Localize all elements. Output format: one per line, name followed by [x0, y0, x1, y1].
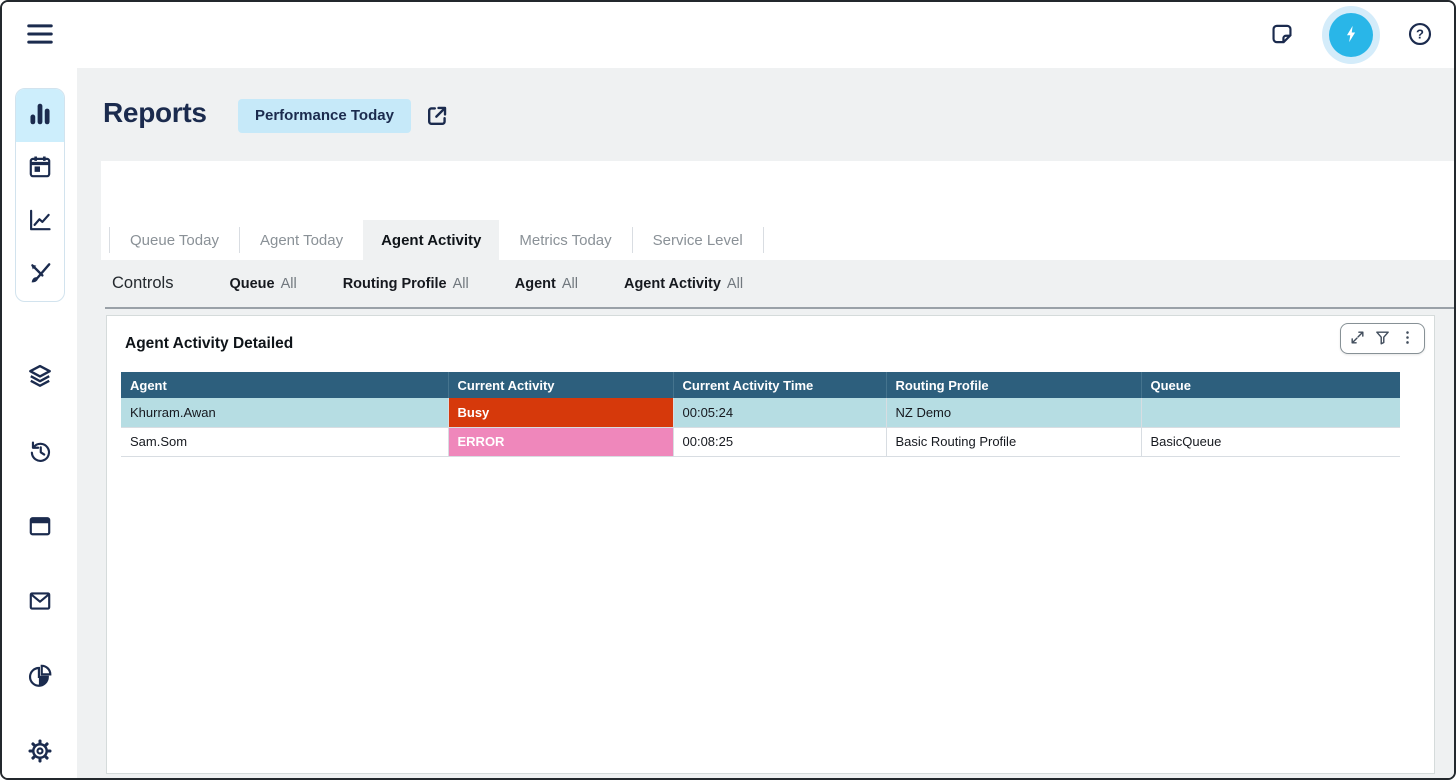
filter-queue[interactable]: Queue All: [229, 276, 296, 292]
filter-agent-activity-label: Agent Activity: [624, 276, 721, 292]
table-container: Agent Current Activity Current Activity …: [121, 372, 1400, 457]
sidebar-item-layers[interactable]: [25, 364, 55, 390]
sidebar-nav-list: [2, 364, 77, 765]
filter-icon: [1374, 329, 1391, 349]
table-header-row: Agent Current Activity Current Activity …: [121, 372, 1400, 398]
filter-queue-value: All: [281, 276, 297, 292]
pie-chart-icon: [27, 663, 53, 692]
svg-text:?: ?: [1416, 26, 1424, 41]
note-button[interactable]: [1269, 21, 1295, 50]
sidebar-item-schedule[interactable]: [16, 142, 64, 195]
sidebar-item-design[interactable]: [16, 248, 64, 301]
help-icon: ?: [1407, 21, 1433, 50]
column-header-agent: Agent: [121, 372, 448, 398]
sidebar-item-mail[interactable]: [25, 589, 55, 615]
report-title: Agent Activity Detailed: [125, 335, 293, 353]
layers-icon: [27, 363, 53, 392]
column-header-current-activity: Current Activity: [448, 372, 673, 398]
sidebar: [2, 68, 77, 778]
hamburger-icon: [24, 37, 56, 52]
cell-routing-profile: NZ Demo: [886, 398, 1141, 427]
gear-icon: [27, 738, 53, 767]
expand-button[interactable]: [1345, 325, 1370, 352]
cell-queue: BasicQueue: [1141, 427, 1400, 456]
sidebar-item-reports[interactable]: [16, 89, 64, 142]
tab-metrics-today[interactable]: Metrics Today: [499, 222, 631, 260]
tab-agent-activity[interactable]: Agent Activity: [363, 220, 499, 260]
filter-agent-activity[interactable]: Agent Activity All: [624, 276, 743, 292]
tabs-panel: Queue Today Agent Today Agent Activity M…: [101, 161, 1454, 260]
cell-current-activity: Busy: [448, 398, 673, 427]
flash-button-halo: [1322, 6, 1380, 64]
sidebar-item-pie[interactable]: [25, 664, 55, 690]
filter-queue-label: Queue: [229, 276, 274, 292]
column-header-current-activity-time: Current Activity Time: [673, 372, 886, 398]
window-icon: [27, 513, 53, 542]
expand-icon: [1349, 329, 1366, 349]
controls-label: Controls: [112, 274, 173, 293]
topbar-actions: ?: [1269, 2, 1433, 68]
cell-agent: Khurram.Awan: [121, 398, 448, 427]
agent-activity-table: Agent Current Activity Current Activity …: [121, 372, 1400, 457]
flash-button[interactable]: [1329, 13, 1373, 57]
kebab-icon: [1399, 329, 1416, 349]
tab-strip: Queue Today Agent Today Agent Activity M…: [109, 220, 764, 260]
column-header-queue: Queue: [1141, 372, 1400, 398]
app-window: ?: [0, 0, 1456, 780]
mail-icon: [27, 588, 53, 617]
cell-current-activity: ERROR: [448, 427, 673, 456]
filter-agent-activity-value: All: [727, 276, 743, 292]
filter-routing-profile-value: All: [453, 276, 469, 292]
sidebar-item-settings[interactable]: [25, 739, 55, 765]
help-button[interactable]: ?: [1407, 21, 1433, 50]
controls-divider: [105, 307, 1454, 309]
filter-agent-label: Agent: [515, 276, 556, 292]
controls-bar: Controls Queue All Routing Profile All A…: [77, 260, 1454, 307]
topbar: ?: [2, 2, 1454, 68]
filter-routing-profile[interactable]: Routing Profile All: [343, 276, 469, 292]
menu-button[interactable]: [23, 19, 57, 51]
tab-divider: [763, 227, 764, 253]
cell-agent: Sam.Som: [121, 427, 448, 456]
external-link-icon: [424, 103, 450, 132]
lightning-icon: [1340, 23, 1362, 48]
sidebar-item-history[interactable]: [25, 439, 55, 465]
tab-agent-today[interactable]: Agent Today: [240, 222, 363, 260]
calendar-icon: [27, 154, 53, 183]
bar-chart-icon: [27, 101, 53, 130]
table-row: Khurram.Awan Busy 00:05:24 NZ Demo: [121, 398, 1400, 427]
cell-current-activity-time: 00:08:25: [673, 427, 886, 456]
line-chart-icon: [27, 207, 53, 236]
filter-routing-profile-label: Routing Profile: [343, 276, 447, 292]
sidebar-nav-group: [15, 88, 65, 302]
tab-queue-today[interactable]: Queue Today: [110, 222, 239, 260]
cell-queue: [1141, 398, 1400, 427]
design-icon: [27, 260, 53, 289]
history-icon: [27, 438, 53, 467]
more-button[interactable]: [1395, 325, 1420, 352]
cell-current-activity-time: 00:05:24: [673, 398, 886, 427]
card-toolbar: [1340, 323, 1425, 354]
tab-service-level[interactable]: Service Level: [633, 222, 763, 260]
sidebar-item-metrics[interactable]: [16, 195, 64, 248]
filter-agent-value: All: [562, 276, 578, 292]
filter-button[interactable]: [1370, 325, 1395, 352]
report-card: Agent Activity Detailed: [106, 315, 1435, 774]
open-external-button[interactable]: [424, 104, 450, 130]
table-row: Sam.Som ERROR 00:08:25 Basic Routing Pro…: [121, 427, 1400, 456]
report-badge: Performance Today: [238, 99, 411, 133]
filter-agent[interactable]: Agent All: [515, 276, 578, 292]
column-header-routing-profile: Routing Profile: [886, 372, 1141, 398]
note-icon: [1269, 21, 1295, 50]
sidebar-item-window[interactable]: [25, 514, 55, 540]
main-content: Reports Performance Today Queue Today Ag…: [77, 68, 1454, 778]
cell-routing-profile: Basic Routing Profile: [886, 427, 1141, 456]
page-title: Reports: [103, 97, 207, 129]
table-body: Khurram.Awan Busy 00:05:24 NZ Demo Sam.S…: [121, 398, 1400, 456]
